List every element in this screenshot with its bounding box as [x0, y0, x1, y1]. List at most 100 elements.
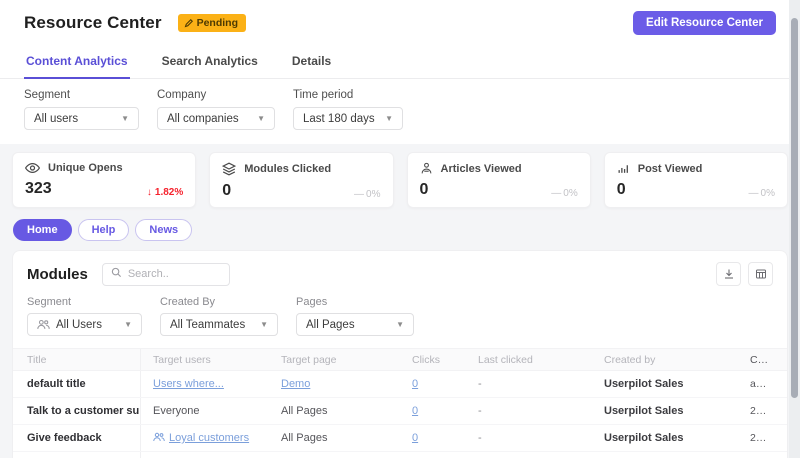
trend-flat-icon: — — [748, 188, 759, 199]
segment-filter: Segment All users ▼ — [24, 89, 139, 130]
last-clicked-cell: - — [478, 432, 482, 444]
pill-help[interactable]: Help — [77, 219, 130, 241]
column-created: Cre. — [750, 353, 770, 366]
article-reader-icon — [420, 162, 433, 175]
table-body: default title Users where... Demo 0 - Userpil… — [13, 371, 787, 458]
column-target-users: Target users — [153, 353, 211, 366]
module-title-cell: Give feedback — [13, 425, 141, 451]
table-header-row: Title Target users Target page Clicks La… — [13, 348, 787, 371]
chevron-down-icon: ▼ — [124, 320, 132, 329]
module-title-cell: Onboarding checklist — [13, 452, 141, 458]
modules-panel: Modules Segment All Users ▼ — [12, 250, 788, 458]
column-last-clicked: Last clicked — [478, 353, 533, 366]
trend-indicator: —0% — [354, 189, 381, 200]
edit-resource-center-button[interactable]: Edit Resource Center — [633, 11, 776, 35]
arrow-down-icon: ↓ — [146, 187, 152, 198]
created-cell: 2 m — [750, 432, 768, 444]
search-icon — [111, 265, 122, 283]
modules-filters: Segment All Users ▼ Created By All Teamm… — [13, 294, 787, 348]
target-page-cell: All Pages — [281, 405, 328, 417]
analytics-body: Unique Opens 323 ↓ 1.82% Modules Clicked … — [0, 144, 800, 458]
module-title-cell: Talk to a customer support ... — [13, 398, 141, 424]
download-button[interactable] — [716, 262, 741, 286]
clicks-cell[interactable]: 0 — [400, 405, 466, 417]
users-icon — [37, 319, 50, 330]
target-users-link[interactable]: Loyal customers — [153, 432, 249, 445]
modules-segment-select[interactable]: All Users ▼ — [27, 313, 142, 336]
chevron-down-icon: ▼ — [257, 114, 265, 123]
trend-flat-icon: — — [354, 189, 364, 200]
clicks-cell[interactable]: 0 — [400, 378, 466, 390]
company-select[interactable]: All companies ▼ — [157, 107, 275, 130]
column-clicks: Clicks — [412, 353, 440, 366]
clicks-cell[interactable]: 0 — [400, 432, 466, 444]
chevron-down-icon: ▼ — [385, 114, 393, 123]
modules-pages-filter: Pages All Pages ▼ — [296, 296, 414, 336]
last-clicked-cell: - — [478, 405, 482, 417]
modules-created-by-filter: Created By All Teammates ▼ — [160, 296, 278, 336]
stats-row: Unique Opens 323 ↓ 1.82% Modules Clicked … — [12, 152, 788, 208]
modules-header: Modules — [13, 251, 787, 294]
target-users-cell: Everyone — [153, 405, 200, 417]
target-users-link[interactable]: Users where... — [153, 378, 224, 390]
column-target-page: Target page — [281, 353, 337, 366]
status-badge: Pending — [177, 14, 246, 32]
target-page-cell[interactable]: Demo — [269, 378, 400, 390]
last-clicked-cell: - — [478, 378, 482, 390]
modules-pages-select[interactable]: All Pages ▼ — [296, 313, 414, 336]
modules-segment-filter: Segment All Users ▼ — [27, 296, 142, 336]
table-row: Onboarding checklistNew SignupsAll Pages… — [13, 452, 787, 458]
table-row: Talk to a customer support ... Everyone Al… — [13, 398, 787, 425]
trend-indicator: ↓ 1.82% — [146, 187, 184, 198]
clicks-link[interactable]: 0 — [412, 405, 418, 417]
column-created-by: Created by — [604, 353, 656, 366]
trend-indicator: —0% — [748, 188, 775, 199]
trend-indicator: —0% — [551, 188, 578, 199]
module-title-cell: default title — [13, 371, 141, 397]
modules-search[interactable] — [101, 262, 230, 286]
time-period-select[interactable]: Last 180 days ▼ — [293, 107, 403, 130]
clicks-link[interactable]: 0 — [412, 432, 418, 444]
stat-card-post-viewed: Post Viewed 0 —0% — [603, 152, 788, 208]
target-page-cell: All Pages — [281, 432, 328, 444]
created-cell: a m — [750, 378, 768, 390]
clicks-link[interactable]: 0 — [412, 378, 418, 390]
stat-value: 323 — [25, 180, 52, 197]
created-by-cell: Userpilot Sales — [604, 378, 684, 390]
company-filter: Company All companies ▼ — [157, 89, 275, 130]
trend-flat-icon: — — [551, 188, 561, 199]
pill-home[interactable]: Home — [13, 219, 72, 241]
analytics-filters: Segment All users ▼ Company All companie… — [0, 79, 800, 144]
created-by-cell: Userpilot Sales — [604, 432, 684, 444]
target-page-link[interactable]: Demo — [281, 378, 310, 390]
table-row: Give feedback Loyal customers All Pages 0 - U… — [13, 425, 787, 452]
column-title: Title — [13, 349, 141, 370]
table-row: default title Users where... Demo 0 - Userpil… — [13, 371, 787, 398]
pill-news[interactable]: News — [135, 219, 193, 241]
tab-search-analytics[interactable]: Search Analytics — [160, 48, 260, 78]
modules-created-by-select[interactable]: All Teammates ▼ — [160, 313, 278, 336]
target-users-cell[interactable]: Users where... — [141, 378, 269, 390]
layers-icon — [222, 162, 237, 176]
stat-card-unique-opens: Unique Opens 323 ↓ 1.82% — [12, 152, 197, 208]
tab-details[interactable]: Details — [290, 48, 333, 78]
stat-value: 0 — [419, 181, 429, 198]
target-users-cell[interactable]: Loyal customers — [141, 432, 269, 445]
segment-select[interactable]: All users ▼ — [24, 107, 139, 130]
scrollbar-thumb[interactable] — [791, 18, 798, 398]
stat-card-modules-clicked: Modules Clicked 0 —0% — [209, 152, 394, 208]
search-input[interactable] — [127, 268, 221, 280]
tab-content-analytics[interactable]: Content Analytics — [24, 48, 130, 79]
top-section: Resource Center Pending Edit Resource Ce… — [0, 0, 800, 144]
page-title: Resource Center — [24, 13, 162, 32]
stat-value: 0 — [616, 181, 626, 198]
pencil-icon — [184, 18, 193, 28]
chevron-down-icon: ▼ — [396, 320, 404, 329]
users-icon — [153, 432, 165, 445]
created-cell: 2 m — [750, 405, 768, 417]
chevron-down-icon: ▼ — [260, 320, 268, 329]
eye-icon — [25, 162, 40, 174]
columns-settings-button[interactable] — [748, 262, 773, 286]
vertical-scrollbar[interactable] — [789, 0, 800, 458]
created-by-cell: Userpilot Sales — [604, 405, 684, 417]
